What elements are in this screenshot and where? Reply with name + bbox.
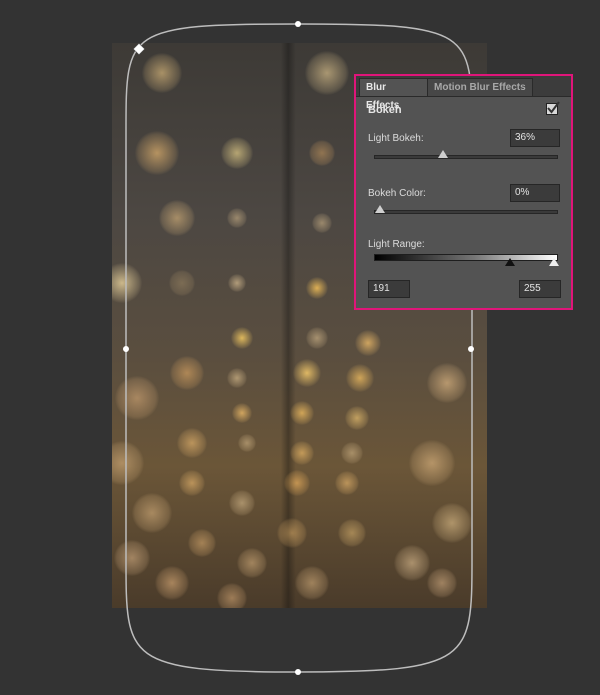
bokeh-light <box>295 566 329 600</box>
bokeh-enabled-checkbox[interactable] <box>546 101 560 115</box>
light-bokeh-label: Light Bokeh: <box>368 133 424 144</box>
bokeh-light <box>237 548 267 578</box>
light-range-label: Light Range: <box>368 239 425 250</box>
light-bokeh-slider-thumb[interactable] <box>437 150 448 158</box>
bokeh-light <box>341 442 363 464</box>
blur-effects-panel: Blur Effects Motion Blur Effects Bokeh L… <box>354 74 573 310</box>
bokeh-light <box>188 529 216 557</box>
ellipse-handle-bottom[interactable] <box>295 669 301 675</box>
bokeh-light <box>155 566 189 600</box>
light-bokeh-slider[interactable] <box>374 150 558 159</box>
tab-bar: Blur Effects Motion Blur Effects <box>356 76 571 111</box>
light-range-gradient[interactable] <box>374 254 559 266</box>
bokeh-light <box>306 277 328 299</box>
bokeh-light <box>338 519 366 547</box>
bokeh-light <box>217 583 247 608</box>
bokeh-light <box>293 359 321 387</box>
bokeh-light <box>427 568 457 598</box>
bokeh-light <box>229 490 255 516</box>
light-range-high-input[interactable]: 255 <box>519 280 561 298</box>
bokeh-light <box>277 518 307 548</box>
bokeh-light <box>112 441 144 485</box>
tab-blur-effects[interactable]: Blur Effects <box>359 78 429 111</box>
bokeh-light <box>179 470 205 496</box>
checkmark-icon <box>547 101 560 114</box>
bokeh-color-slider[interactable] <box>374 205 558 214</box>
bokeh-light <box>132 493 172 533</box>
bokeh-light <box>290 441 314 465</box>
bokeh-light <box>135 131 179 175</box>
bokeh-light <box>409 440 455 486</box>
bokeh-light <box>228 274 246 292</box>
bokeh-light <box>232 403 252 423</box>
light-range-low-input[interactable]: 191 <box>368 280 410 298</box>
bokeh-light <box>159 200 195 236</box>
bokeh-light <box>432 503 472 543</box>
tab-motion-blur-effects[interactable]: Motion Blur Effects <box>427 78 533 96</box>
bokeh-light <box>345 406 369 430</box>
bokeh-light <box>394 545 430 581</box>
bokeh-light <box>238 434 256 452</box>
bokeh-light <box>227 208 247 228</box>
bokeh-light <box>305 51 349 95</box>
light-bokeh-input[interactable]: 36% <box>510 129 560 147</box>
light-range-high-thumb[interactable] <box>549 258 559 266</box>
bokeh-light <box>227 368 247 388</box>
bokeh-light <box>306 327 328 349</box>
bokeh-light <box>427 363 467 403</box>
bokeh-light <box>312 213 332 233</box>
bokeh-light <box>284 470 310 496</box>
bokeh-light <box>309 140 335 166</box>
ellipse-handle-top[interactable] <box>295 21 301 27</box>
section-title-bokeh: Bokeh <box>368 104 402 116</box>
bokeh-light <box>177 428 207 458</box>
bokeh-light <box>170 356 204 390</box>
bokeh-light <box>290 401 314 425</box>
bokeh-light <box>112 263 142 303</box>
bokeh-light <box>335 471 359 495</box>
light-range-low-thumb[interactable] <box>505 258 516 266</box>
bokeh-color-input[interactable]: 0% <box>510 184 560 202</box>
bokeh-color-label: Bokeh Color: <box>368 188 426 199</box>
bokeh-light <box>114 540 150 576</box>
bokeh-light <box>142 53 182 93</box>
bokeh-light <box>115 376 159 420</box>
bokeh-light <box>346 364 374 392</box>
bokeh-light <box>169 270 195 296</box>
bokeh-light <box>231 327 253 349</box>
bokeh-light <box>221 137 253 169</box>
bokeh-color-slider-thumb[interactable] <box>375 205 385 213</box>
bokeh-light <box>355 330 381 356</box>
